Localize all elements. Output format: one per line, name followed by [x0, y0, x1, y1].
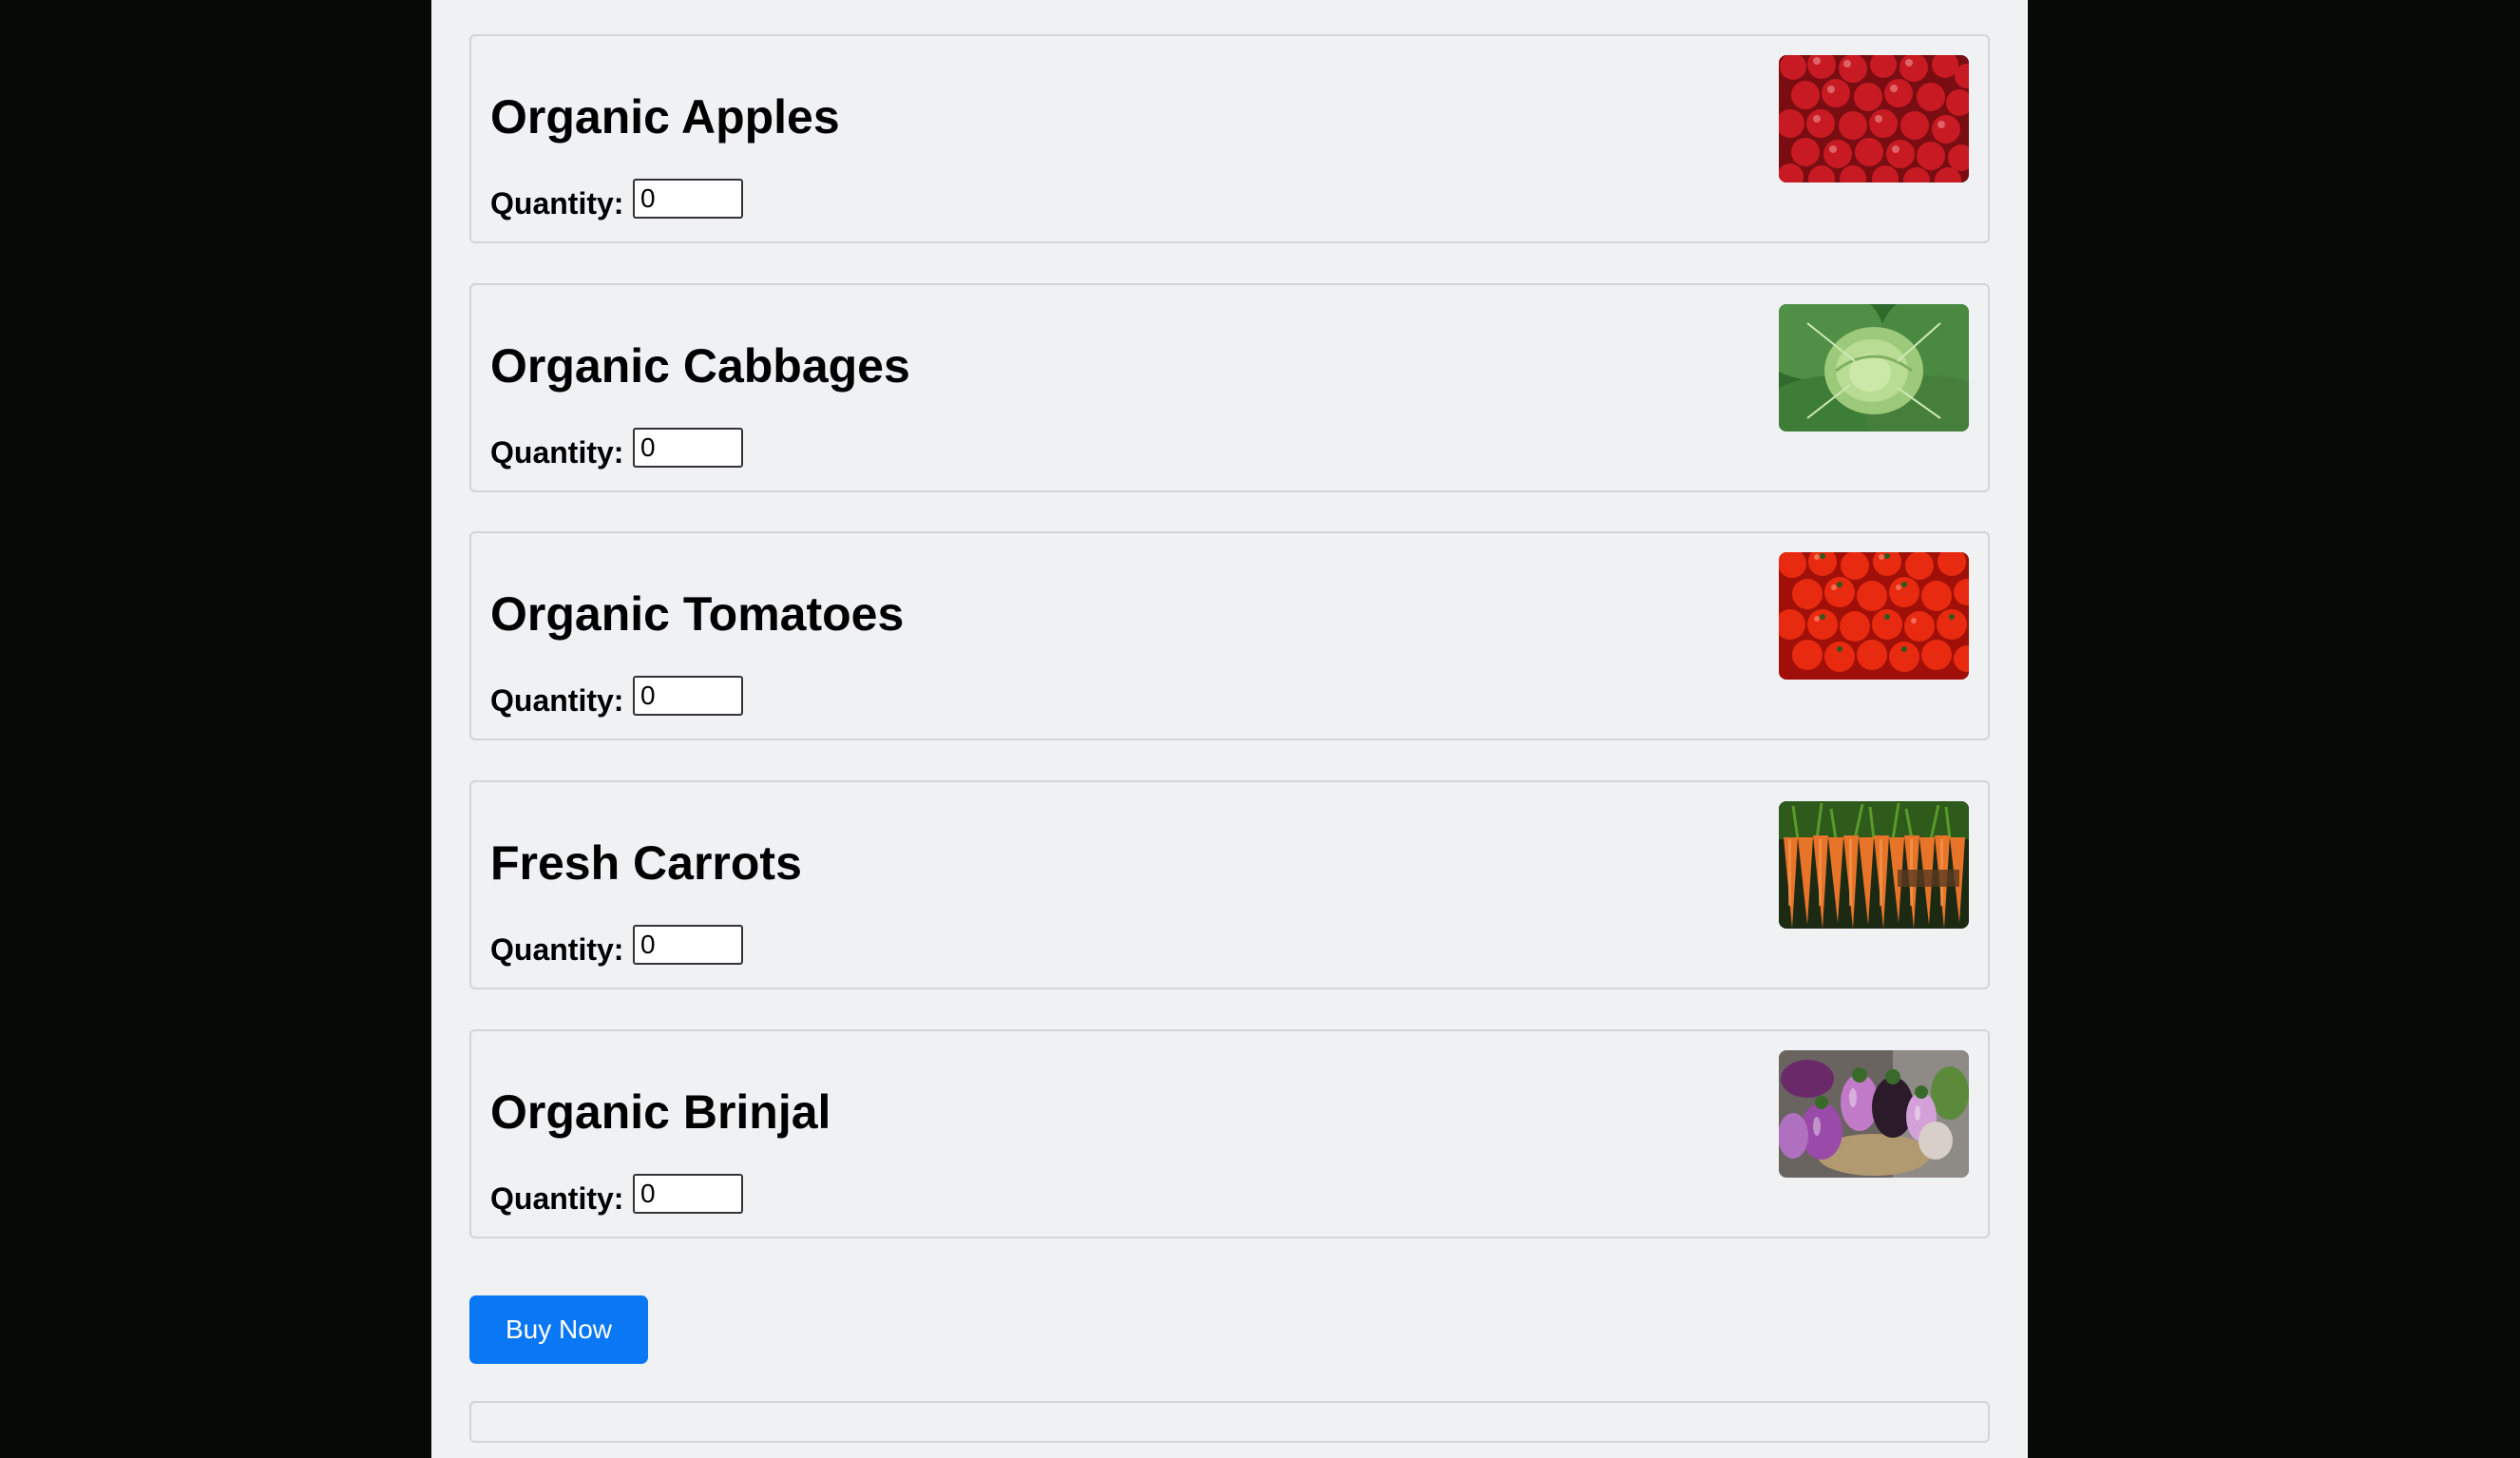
- product-card-brinjal: Organic Brinjal Quantity:: [469, 1029, 1990, 1238]
- summary-panel: [469, 1401, 1990, 1443]
- product-title: Organic Tomatoes: [490, 587, 905, 641]
- apples-image: [1779, 55, 1969, 182]
- cabbage-image: [1779, 304, 1969, 432]
- product-title: Fresh Carrots: [490, 836, 802, 890]
- quantity-input-apples[interactable]: [633, 179, 743, 219]
- quantity-input-carrots[interactable]: [633, 925, 743, 965]
- product-title: Organic Brinjal: [490, 1085, 831, 1139]
- quantity-input-brinjal[interactable]: [633, 1174, 743, 1214]
- product-card-tomatoes: Organic Tomatoes Quantity:: [469, 531, 1990, 740]
- brinjal-image: [1779, 1050, 1969, 1178]
- quantity-label: Quantity:: [490, 932, 624, 967]
- quantity-label: Quantity:: [490, 1181, 624, 1216]
- buy-now-button[interactable]: Buy Now: [469, 1295, 648, 1364]
- tomatoes-image: [1779, 552, 1969, 680]
- product-page: Organic Apples Quantity: Organic Cabbage…: [431, 0, 2028, 1458]
- quantity-label: Quantity:: [490, 186, 624, 221]
- quantity-label: Quantity:: [490, 683, 624, 718]
- product-card-carrots: Fresh Carrots Quantity:: [469, 780, 1990, 989]
- product-card-apples: Organic Apples Quantity:: [469, 34, 1990, 243]
- quantity-input-cabbages[interactable]: [633, 428, 743, 468]
- quantity-label: Quantity:: [490, 435, 624, 470]
- product-title: Organic Cabbages: [490, 339, 910, 393]
- product-title: Organic Apples: [490, 90, 840, 144]
- carrots-image: [1779, 801, 1969, 929]
- product-card-cabbages: Organic Cabbages Quantity:: [469, 283, 1990, 492]
- quantity-input-tomatoes[interactable]: [633, 676, 743, 716]
